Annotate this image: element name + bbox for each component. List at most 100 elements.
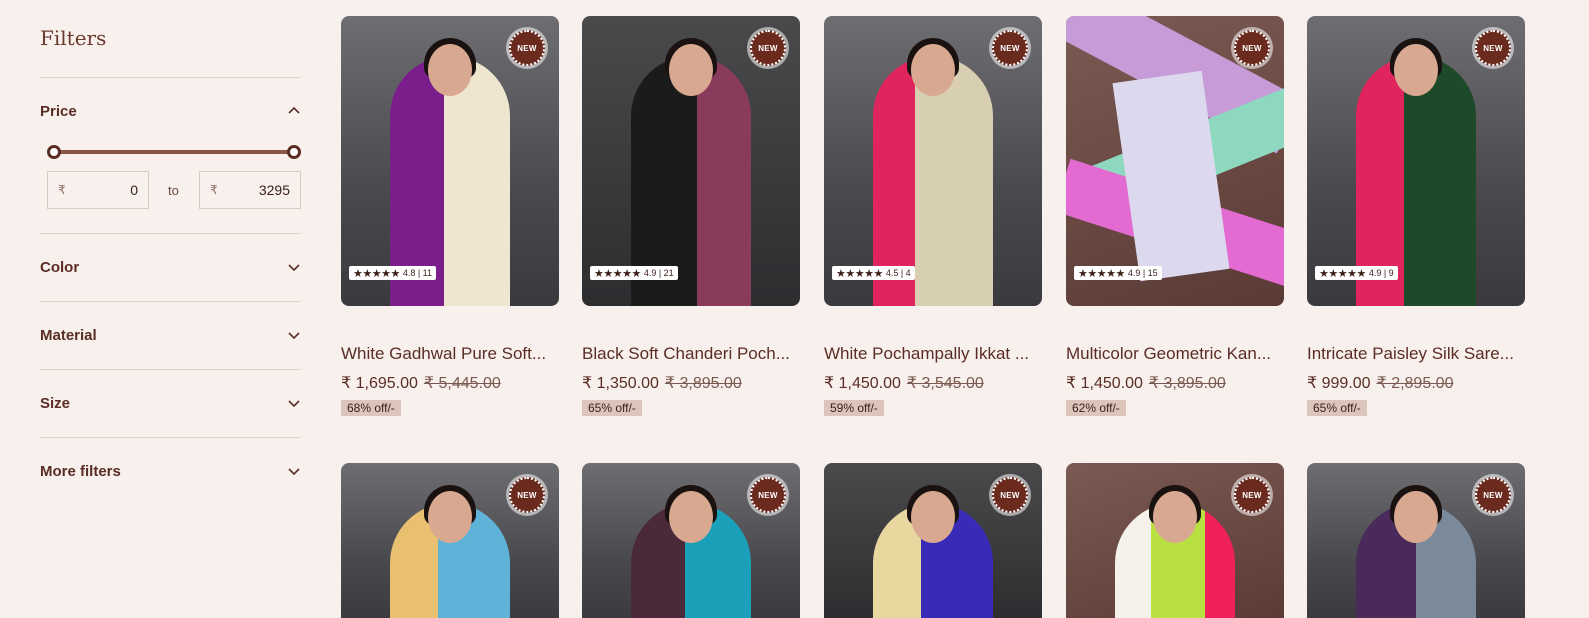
product-name[interactable]: Black Soft Chanderi Poch... xyxy=(582,344,800,364)
original-price: ₹ 3,895.00 xyxy=(664,375,742,392)
facet-material-label: Material xyxy=(40,326,97,344)
product-prices: ₹ 999.00 ₹ 2,895.00 xyxy=(1307,373,1453,393)
star-icons: ★★★★★ xyxy=(353,267,400,280)
discount-badge: 65% off/- xyxy=(1307,400,1367,416)
sale-price: ₹ 1,695.00 xyxy=(341,375,418,392)
new-badge: NEW xyxy=(992,30,1028,66)
product-card[interactable]: NEW ★★★★★ 4.5 | 4 White Pochampally Ikka… xyxy=(824,16,1042,416)
product-image[interactable]: NEW ★★★★★ 4.9 | 21 xyxy=(582,16,800,306)
model-head xyxy=(428,491,472,543)
facet-more-filters-label: More filters xyxy=(40,462,121,480)
model-head xyxy=(1394,44,1438,96)
rating-text: 4.5 | 4 xyxy=(885,268,911,278)
sale-price: ₹ 1,450.00 xyxy=(824,375,901,392)
original-price: ₹ 3,545.00 xyxy=(906,375,984,392)
model-head xyxy=(1153,491,1197,543)
facet-material-toggle[interactable]: Material xyxy=(40,323,301,347)
price-min-value: 0 xyxy=(130,182,138,198)
divider xyxy=(40,77,301,78)
product-card[interactable]: NEW xyxy=(341,463,559,618)
model-head xyxy=(911,44,955,96)
new-badge: NEW xyxy=(509,30,545,66)
product-card[interactable]: NEW xyxy=(1066,463,1284,618)
rating-text: 4.9 | 21 xyxy=(643,268,674,278)
product-card[interactable]: NEW ★★★★★ 4.9 | 9 Intricate Paisley Silk… xyxy=(1307,16,1525,416)
product-name[interactable]: Multicolor Geometric Kan... xyxy=(1066,344,1284,364)
product-image[interactable]: NEW ★★★★★ 4.8 | 11 xyxy=(341,16,559,306)
new-badge: NEW xyxy=(750,477,786,513)
model-head xyxy=(1394,491,1438,543)
price-slider-track xyxy=(54,150,294,154)
rating-badge: ★★★★★ 4.9 | 15 xyxy=(1074,266,1162,280)
price-to-label: to xyxy=(168,183,179,198)
facet-price-toggle[interactable]: Price xyxy=(40,99,301,123)
original-price: ₹ 2,895.00 xyxy=(1376,375,1454,392)
star-icons: ★★★★★ xyxy=(836,267,883,280)
product-card[interactable]: NEW xyxy=(582,463,800,618)
product-name[interactable]: Intricate Paisley Silk Sare... xyxy=(1307,344,1525,364)
product-name[interactable]: White Pochampally Ikkat ... xyxy=(824,344,1042,364)
divider xyxy=(40,369,301,370)
new-badge: NEW xyxy=(1475,30,1511,66)
rating-text: 4.8 | 11 xyxy=(402,268,433,278)
chevron-down-icon xyxy=(287,396,301,410)
product-image[interactable]: NEW xyxy=(1066,463,1284,618)
divider xyxy=(40,437,301,438)
discount-badge: 65% off/- xyxy=(582,400,642,416)
currency-symbol: ₹ xyxy=(210,183,218,197)
facet-size-toggle[interactable]: Size xyxy=(40,391,301,415)
facet-more-filters-toggle[interactable]: More filters xyxy=(40,459,301,483)
product-image[interactable]: NEW xyxy=(582,463,800,618)
new-badge: NEW xyxy=(1475,477,1511,513)
sale-price: ₹ 1,350.00 xyxy=(582,375,659,392)
facet-size-label: Size xyxy=(40,394,71,412)
product-image[interactable]: NEW xyxy=(824,463,1042,618)
rating-badge: ★★★★★ 4.9 | 21 xyxy=(590,266,678,280)
product-name[interactable]: White Gadhwal Pure Soft... xyxy=(341,344,559,364)
discount-badge: 59% off/- xyxy=(824,400,884,416)
new-badge: NEW xyxy=(1234,30,1270,66)
rating-badge: ★★★★★ 4.8 | 11 xyxy=(349,266,437,280)
product-prices: ₹ 1,350.00 ₹ 3,895.00 xyxy=(582,373,742,393)
model-head xyxy=(911,491,955,543)
sale-price: ₹ 999.00 xyxy=(1307,375,1371,392)
price-min-handle[interactable] xyxy=(47,145,61,159)
product-image[interactable]: NEW ★★★★★ 4.9 | 15 xyxy=(1066,16,1284,306)
product-image[interactable]: NEW ★★★★★ 4.5 | 4 xyxy=(824,16,1042,306)
model-head xyxy=(428,44,472,96)
price-max-handle[interactable] xyxy=(287,145,301,159)
product-card[interactable]: NEW ★★★★★ 4.8 | 11 White Gadhwal Pure So… xyxy=(341,16,559,416)
discount-badge: 62% off/- xyxy=(1066,400,1126,416)
product-prices: ₹ 1,450.00 ₹ 3,895.00 xyxy=(1066,373,1226,393)
facet-color-toggle[interactable]: Color xyxy=(40,255,301,279)
new-badge: NEW xyxy=(1234,477,1270,513)
new-badge: NEW xyxy=(750,30,786,66)
sale-price: ₹ 1,450.00 xyxy=(1066,375,1143,392)
facet-color-label: Color xyxy=(40,258,80,276)
chevron-down-icon xyxy=(287,328,301,342)
new-badge: NEW xyxy=(509,477,545,513)
discount-badge: 68% off/- xyxy=(341,400,401,416)
star-icons: ★★★★★ xyxy=(594,267,641,280)
product-card[interactable]: NEW ★★★★★ 4.9 | 21 Black Soft Chanderi P… xyxy=(582,16,800,416)
rating-text: 4.9 | 9 xyxy=(1368,268,1394,278)
model-head xyxy=(669,491,713,543)
product-card[interactable]: NEW ★★★★★ 4.9 | 15 Multicolor Geometric … xyxy=(1066,16,1284,416)
rating-badge: ★★★★★ 4.5 | 4 xyxy=(832,266,915,280)
product-card[interactable]: NEW xyxy=(824,463,1042,618)
product-image[interactable]: NEW xyxy=(1307,463,1525,618)
divider xyxy=(40,233,301,234)
product-card[interactable]: NEW xyxy=(1307,463,1525,618)
filters-title: Filters xyxy=(40,26,107,50)
product-image[interactable]: NEW ★★★★★ 4.9 | 9 xyxy=(1307,16,1525,306)
product-prices: ₹ 1,695.00 ₹ 5,445.00 xyxy=(341,373,501,393)
rating-badge: ★★★★★ 4.9 | 9 xyxy=(1315,266,1398,280)
original-price: ₹ 5,445.00 xyxy=(423,375,501,392)
price-min-input[interactable]: ₹ 0 xyxy=(47,171,149,209)
price-range-slider[interactable] xyxy=(47,145,301,159)
product-prices: ₹ 1,450.00 ₹ 3,545.00 xyxy=(824,373,984,393)
original-price: ₹ 3,895.00 xyxy=(1148,375,1226,392)
product-image[interactable]: NEW xyxy=(341,463,559,618)
price-max-input[interactable]: ₹ 3295 xyxy=(199,171,301,209)
new-badge: NEW xyxy=(992,477,1028,513)
